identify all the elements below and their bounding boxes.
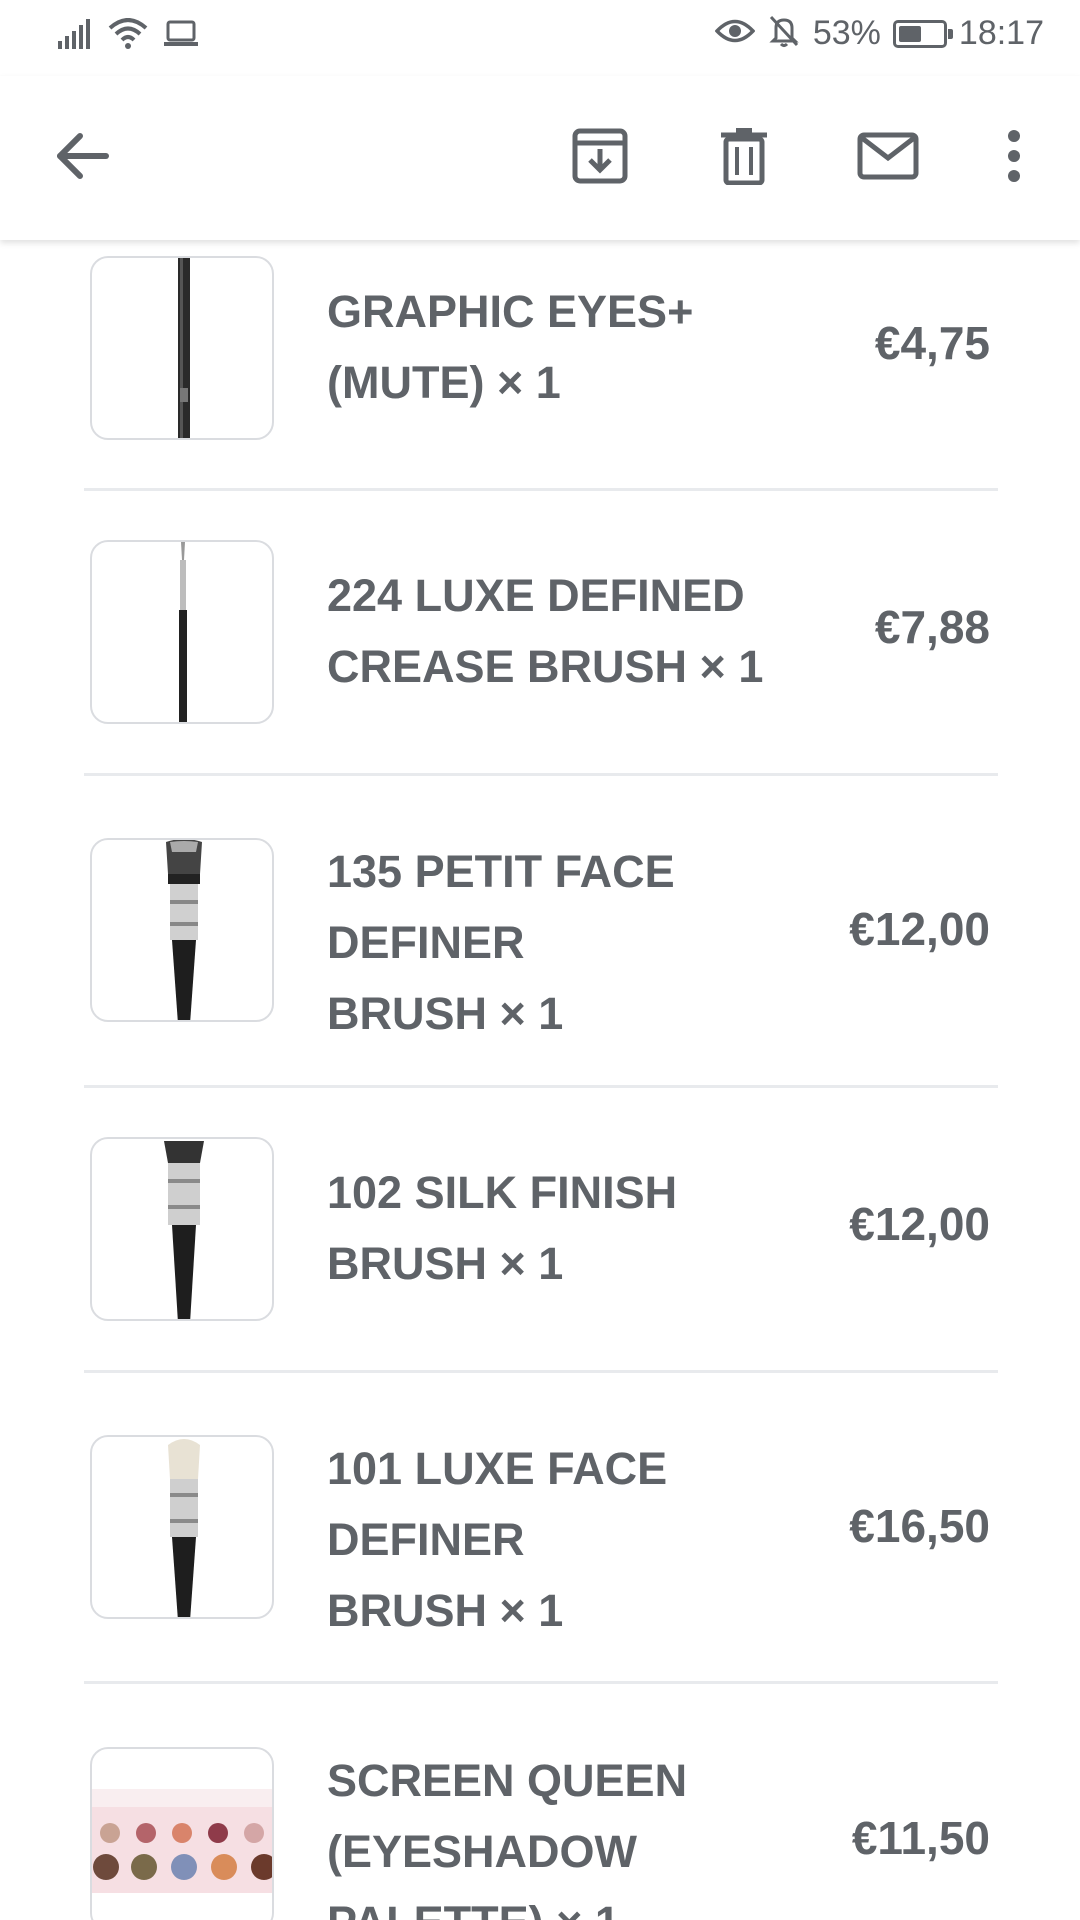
product-thumbnail: [90, 540, 274, 724]
list-item: GRAPHIC EYES+ (MUTE) × 1 €4,75: [84, 256, 998, 456]
product-thumbnail: [90, 838, 274, 1022]
eye-icon: [714, 16, 756, 51]
more-options-button[interactable]: [974, 118, 1054, 198]
item-price: €16,50: [849, 1500, 990, 1552]
status-bar: 53% 18:17: [0, 0, 1080, 76]
delete-button[interactable]: [704, 118, 784, 198]
item-name: 224 LUXE DEFINED CREASE BRUSH × 1: [327, 570, 764, 692]
list-item: 101 LUXE FACE DEFINER BRUSH × 1 €16,50: [84, 1435, 998, 1695]
back-arrow-icon: [54, 132, 110, 185]
item-price: €11,50: [851, 1812, 990, 1864]
eyeliner-brush-image: [178, 258, 190, 438]
face-brush-gray-image: [166, 840, 202, 1020]
divider: [84, 1085, 998, 1088]
item-price: €7,88: [874, 601, 990, 653]
item-name: 102 SILK FINISH BRUSH × 1: [327, 1167, 678, 1289]
crease-brush-image: [179, 542, 187, 722]
divider: [84, 488, 998, 491]
laptop-icon: [164, 20, 198, 53]
order-items-list[interactable]: GRAPHIC EYES+ (MUTE) × 1 €4,75 224 LUXE …: [0, 240, 1080, 1920]
more-vert-icon: [1006, 129, 1022, 187]
product-thumbnail: [90, 256, 274, 440]
divider: [84, 773, 998, 776]
list-item: 135 PETIT FACE DEFINER BRUSH × 1 €12,00: [84, 838, 998, 1098]
product-thumbnail: [90, 1137, 274, 1321]
product-thumbnail: [90, 1747, 274, 1920]
signal-icon: [58, 19, 92, 54]
eyeshadow-palette-image: [92, 1789, 272, 1893]
back-button[interactable]: [42, 118, 122, 198]
item-name: GRAPHIC EYES+ (MUTE) × 1: [327, 286, 694, 408]
list-item: SCREEN QUEEN (EYESHADOW PALETTE) × 1 €11…: [84, 1747, 998, 1920]
item-name: 135 PETIT FACE DEFINER BRUSH × 1: [327, 846, 675, 1039]
battery-level: [898, 25, 921, 42]
wifi-icon: [108, 18, 148, 55]
mark-unread-button[interactable]: [848, 118, 928, 198]
battery-icon: [892, 19, 953, 48]
archive-button[interactable]: [560, 118, 640, 198]
item-price: €4,75: [874, 317, 990, 369]
clock: 18:17: [958, 14, 1044, 52]
product-thumbnail: [90, 1435, 274, 1619]
item-price: €12,00: [849, 1198, 990, 1250]
item-name: SCREEN QUEEN (EYESHADOW PALETTE) × 1: [327, 1755, 688, 1920]
archive-icon: [571, 127, 629, 190]
divider: [84, 1681, 998, 1684]
divider: [84, 1370, 998, 1373]
item-name: 101 LUXE FACE DEFINER BRUSH × 1: [327, 1443, 668, 1636]
list-item: 102 SILK FINISH BRUSH × 1 €12,00: [84, 1137, 998, 1337]
silk-finish-brush-image: [164, 1141, 204, 1319]
app-bar: [0, 76, 1080, 240]
delete-icon: [719, 127, 769, 190]
list-item: 224 LUXE DEFINED CREASE BRUSH × 1 €7,88: [84, 540, 998, 740]
face-brush-white-image: [168, 1439, 200, 1617]
item-price: €12,00: [849, 903, 990, 955]
battery-percent: 53%: [812, 14, 881, 52]
bell-off-icon: [767, 14, 801, 53]
mail-icon: [857, 132, 919, 185]
